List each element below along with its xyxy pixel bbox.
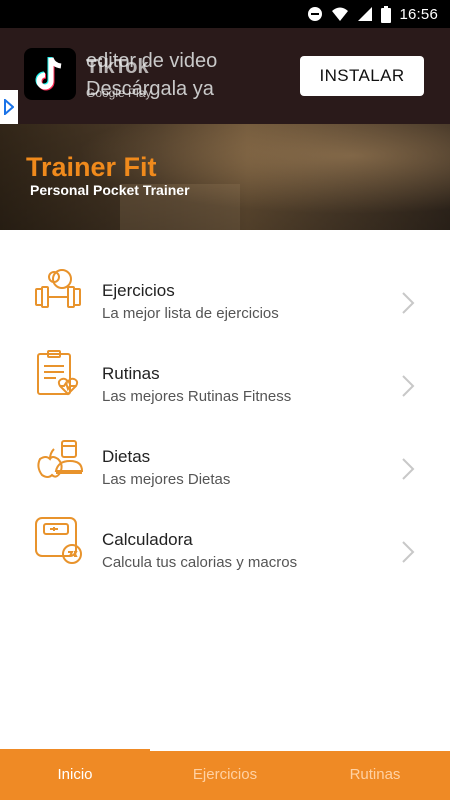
ad-banner[interactable]: editor de video Descárgala ya TikTok Goo…	[0, 28, 450, 124]
menu-item-subtitle: Calcula tus calorias y macros	[102, 554, 298, 571]
status-bar: 16:56	[0, 0, 450, 28]
tab-rutinas[interactable]: Rutinas	[300, 749, 450, 800]
chevron-right-icon	[400, 374, 416, 398]
menu-item-dietas[interactable]: Dietas Las mejores Dietas	[0, 413, 450, 496]
chevron-right-icon	[400, 540, 416, 564]
tab-inicio[interactable]: Inicio	[0, 749, 150, 800]
menu-item-rutinas[interactable]: Rutinas Las mejores Rutinas Fitness	[0, 330, 450, 413]
chevron-right-icon	[400, 291, 416, 315]
clock-time: 16:56	[399, 5, 438, 23]
ad-store-name: Google Play	[86, 86, 152, 100]
food-icon	[32, 431, 84, 483]
do-not-disturb-icon	[307, 6, 323, 22]
install-button[interactable]: INSTALAR	[300, 56, 424, 96]
chevron-right-icon	[400, 457, 416, 481]
menu-item-title: Calculadora	[102, 530, 193, 549]
scale-icon	[32, 514, 84, 566]
signal-icon	[357, 6, 373, 22]
menu-item-calculadora[interactable]: Calculadora Calcula tus calorias y macro…	[0, 496, 450, 579]
bottom-navigation: Inicio Ejercicios Rutinas	[0, 749, 450, 800]
battery-icon	[381, 5, 392, 23]
menu-item-title: Rutinas	[102, 364, 160, 383]
app-title: Trainer Fit	[26, 152, 157, 182]
menu-item-subtitle: Las mejores Rutinas Fitness	[102, 388, 292, 405]
menu-item-subtitle: Las mejores Dietas	[102, 471, 231, 488]
wifi-icon	[331, 6, 349, 22]
ad-app-name: TikTok	[86, 56, 149, 78]
tiktok-logo-icon[interactable]	[24, 48, 76, 100]
menu-item-title: Dietas	[102, 447, 151, 466]
tab-indicator	[150, 749, 450, 751]
menu-item-title: Ejercicios	[102, 281, 175, 300]
menu-item-ejercicios[interactable]: Ejercicios La mejor lista de ejercicios	[0, 247, 450, 330]
app-subtitle: Personal Pocket Trainer	[30, 182, 190, 198]
hero-banner: Trainer Fit Personal Pocket Trainer	[0, 124, 450, 230]
menu-item-subtitle: La mejor lista de ejercicios	[102, 305, 279, 322]
tab-ejercicios[interactable]: Ejercicios	[150, 749, 300, 800]
dumbbell-icon	[32, 265, 84, 317]
clipboard-heart-icon	[32, 348, 84, 400]
ad-choices-icon[interactable]	[0, 90, 18, 124]
